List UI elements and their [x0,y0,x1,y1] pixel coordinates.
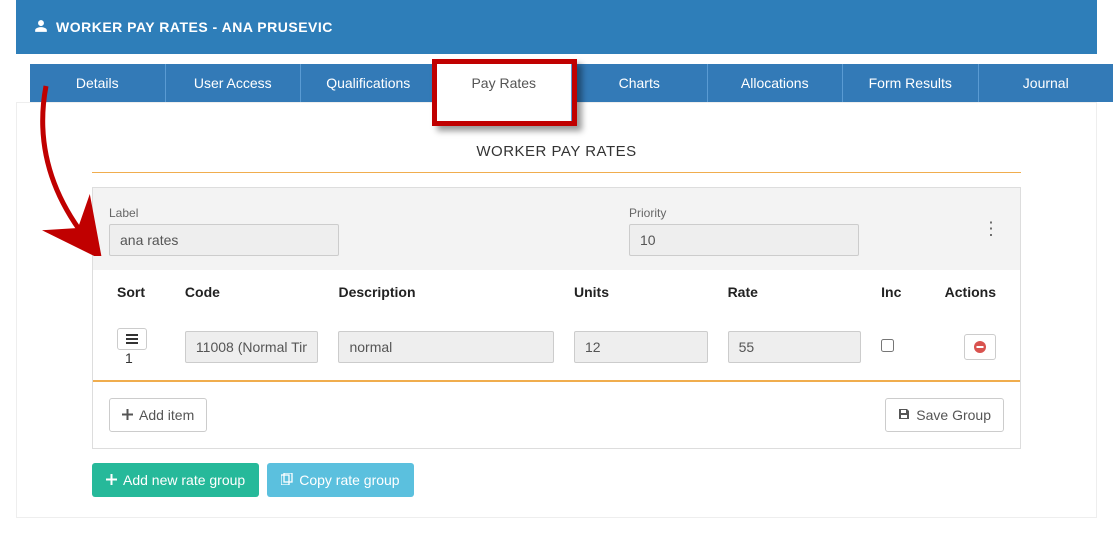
tab-charts[interactable]: Charts [572,64,708,102]
add-new-rate-group-button[interactable]: Add new rate group [92,463,259,497]
add-new-group-label: Add new rate group [123,472,245,488]
group-footer: Add item Save Group [93,380,1020,448]
rate-input[interactable] [728,331,862,363]
priority-input[interactable] [629,224,859,256]
rates-table: Sort Code Description Units Rate Inc Act… [93,270,1020,380]
col-units: Units [564,270,718,314]
rate-group: Label Priority ⋮ Sort Code Description U… [92,187,1021,449]
tab-bar: Details User Access Qualifications Pay R… [30,64,1113,102]
units-input[interactable] [574,331,708,363]
group-menu-icon[interactable]: ⋮ [982,219,1000,240]
code-input[interactable] [185,331,319,363]
copy-group-label: Copy rate group [299,472,399,488]
col-actions: Actions [933,270,1020,314]
save-group-button[interactable]: Save Group [885,398,1004,432]
copy-rate-group-button[interactable]: Copy rate group [267,463,413,497]
add-item-button[interactable]: Add item [109,398,207,432]
divider [92,172,1021,173]
sort-number: 1 [125,350,133,366]
plus-icon [122,407,133,423]
description-input[interactable] [338,331,554,363]
copy-icon [281,472,293,488]
add-item-label: Add item [139,407,194,423]
content-panel: WORKER PAY RATES Label Priority ⋮ Sort [16,102,1097,518]
tab-allocations[interactable]: Allocations [708,64,844,102]
col-description: Description [328,270,564,314]
group-header: Label Priority ⋮ [93,188,1020,270]
tab-form-results[interactable]: Form Results [843,64,979,102]
page-header: WORKER PAY RATES - ANA PRUSEVIC [16,0,1097,54]
tab-pay-rates[interactable]: Pay Rates [437,64,573,121]
minus-circle-icon [973,340,987,354]
plus-icon [106,472,117,488]
col-code: Code [175,270,329,314]
drag-handle-icon[interactable] [117,328,147,350]
priority-caption: Priority [629,206,859,220]
user-icon [34,19,48,36]
remove-row-button[interactable] [964,334,996,360]
col-inc: Inc [871,270,932,314]
tab-user-access[interactable]: User Access [166,64,302,102]
save-group-label: Save Group [916,407,991,423]
tab-qualifications[interactable]: Qualifications [301,64,437,102]
tab-journal[interactable]: Journal [979,64,1113,102]
page-title: WORKER PAY RATES - ANA PRUSEVIC [56,19,333,35]
page-actions: Add new rate group Copy rate group [92,463,1021,497]
label-caption: Label [109,206,339,220]
col-sort: Sort [93,270,175,314]
inc-checkbox[interactable] [881,339,894,352]
table-row: 1 [93,314,1020,380]
label-input[interactable] [109,224,339,256]
col-rate: Rate [718,270,872,314]
tab-details[interactable]: Details [30,64,166,102]
save-icon [898,407,910,423]
